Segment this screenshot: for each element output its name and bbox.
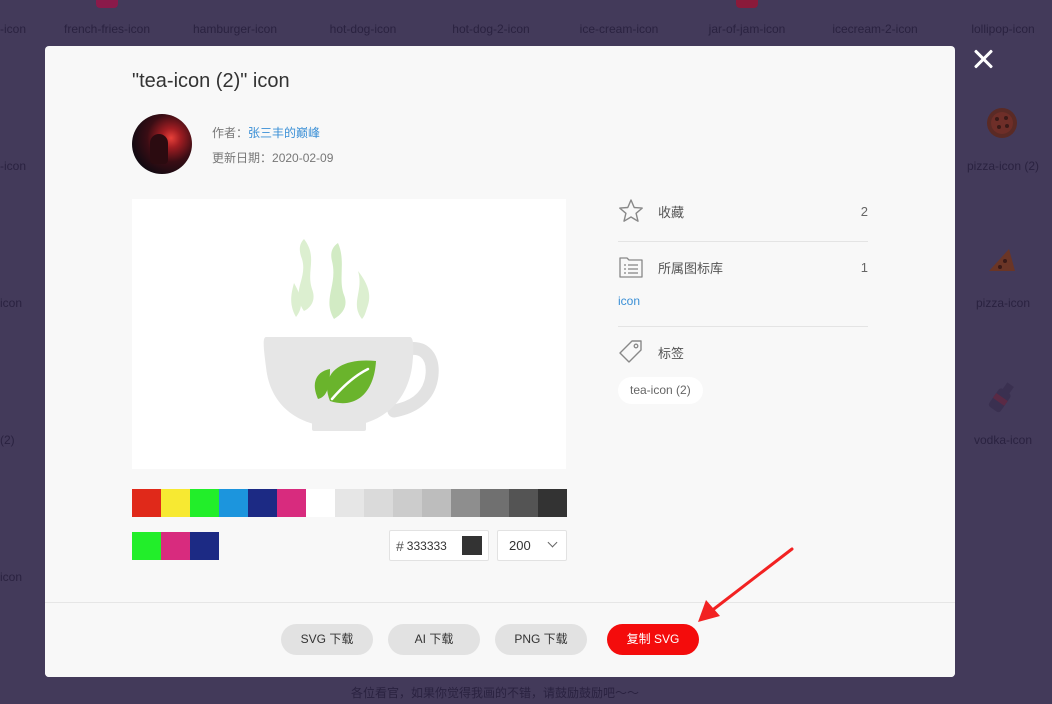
color-swatch[interactable] <box>480 489 509 517</box>
page-title: "tea-icon (2)" icon <box>132 70 290 92</box>
library-link[interactable]: icon <box>618 294 640 308</box>
tag-icon <box>619 340 642 363</box>
copy-svg-button[interactable]: 复制 SVG <box>607 624 699 655</box>
color-swatch[interactable] <box>364 489 393 517</box>
color-swatch[interactable] <box>277 489 306 517</box>
pizza-icon[interactable] <box>985 106 1019 140</box>
bg-label[interactable]: vodka-icon <box>974 433 1032 447</box>
color-swatch[interactable] <box>451 489 480 517</box>
used-color-swatch[interactable] <box>190 532 219 560</box>
icon-preview <box>132 199 566 469</box>
color-swatch[interactable] <box>509 489 538 517</box>
color-preview-chip[interactable] <box>462 536 482 555</box>
color-swatch[interactable] <box>132 489 161 517</box>
bg-label[interactable]: lollipop-icon <box>971 22 1034 36</box>
author-link[interactable]: 张三丰的巅峰 <box>248 126 320 140</box>
updated-date: 2020-02-09 <box>272 151 334 165</box>
divider <box>618 241 868 242</box>
folder-list-icon <box>619 257 643 278</box>
divider <box>618 326 868 327</box>
author-label: 作者： <box>212 126 249 140</box>
library-label: 所属图标库 <box>658 260 724 276</box>
color-swatch[interactable] <box>335 489 364 517</box>
annotation-arrow-icon <box>698 547 794 622</box>
color-swatch[interactable] <box>393 489 422 517</box>
favorites-label: 收藏 <box>658 204 685 220</box>
updated-label: 更新日期： <box>212 151 273 165</box>
bg-label[interactable]: (2) <box>0 433 15 447</box>
library-count: 1 <box>860 259 868 275</box>
star-icon <box>619 199 643 222</box>
used-color-swatch[interactable] <box>161 532 190 560</box>
vodka-bottle-icon[interactable] <box>985 380 1019 414</box>
tea-cup-icon <box>263 239 439 431</box>
bg-label[interactable]: icon <box>0 570 22 584</box>
size-value: 200 <box>509 538 531 553</box>
bg-footer-text: 各位看官，如果你觉得我画的不错，请鼓励鼓励吧～～ <box>350 686 639 700</box>
bg-label[interactable]: hot-dog-icon <box>330 22 397 36</box>
color-swatch[interactable] <box>306 489 335 517</box>
jar-of-jam-thumb-icon <box>736 0 758 8</box>
favorites-row[interactable]: 收藏 2 <box>618 197 868 225</box>
tags-label: 标签 <box>658 345 685 361</box>
close-icon[interactable] <box>969 45 997 73</box>
hex-color-input[interactable]: # 333333 <box>389 530 489 561</box>
color-swatch[interactable] <box>161 489 190 517</box>
icon-detail-modal: "tea-icon (2)" icon 作者：张三丰的巅峰 更新日期：2020-… <box>45 46 955 677</box>
bg-label[interactable]: icon <box>0 296 22 310</box>
chevron-down-icon <box>547 537 558 548</box>
hash-symbol: # <box>396 537 404 554</box>
svg-download-button[interactable]: SVG 下载 <box>281 624 373 655</box>
used-colors <box>132 532 219 560</box>
pizza-slice-icon[interactable] <box>985 243 1019 277</box>
bg-label[interactable]: jar-of-jam-icon <box>709 22 786 36</box>
favorites-count: 2 <box>860 203 868 219</box>
author-line: 作者：张三丰的巅峰 <box>212 124 320 141</box>
hex-value: 333333 <box>406 538 447 553</box>
color-swatch[interactable] <box>538 489 567 517</box>
color-swatch[interactable] <box>248 489 277 517</box>
color-swatch[interactable] <box>422 489 451 517</box>
updated-line: 更新日期：2020-02-09 <box>212 149 333 166</box>
modal-footer: SVG 下载 AI 下载 PNG 下载 复制 SVG <box>45 602 955 677</box>
bg-label[interactable]: -icon <box>0 22 26 36</box>
bg-label[interactable]: ice-cream-icon <box>580 22 659 36</box>
used-color-swatch[interactable] <box>132 532 161 560</box>
tag-chip[interactable]: tea-icon (2) <box>618 377 703 404</box>
french-fries-thumb-icon <box>96 0 118 8</box>
tags-row: 标签 <box>618 338 868 366</box>
bg-label[interactable]: french-fries-icon <box>64 22 150 36</box>
ai-download-button[interactable]: AI 下载 <box>388 624 480 655</box>
bg-label[interactable]: pizza-icon <box>976 296 1030 310</box>
avatar[interactable] <box>132 114 192 174</box>
png-download-button[interactable]: PNG 下载 <box>495 624 587 655</box>
bg-label[interactable]: hot-dog-2-icon <box>452 22 529 36</box>
bg-label[interactable]: pizza-icon (2) <box>967 159 1039 173</box>
bg-label[interactable]: icecream-2-icon <box>832 22 917 36</box>
bg-label[interactable]: hamburger-icon <box>193 22 277 36</box>
color-swatch[interactable] <box>219 489 248 517</box>
bg-label[interactable]: -icon <box>0 159 26 173</box>
color-swatch[interactable] <box>190 489 219 517</box>
size-select[interactable]: 200 <box>497 530 567 561</box>
library-row: 所属图标库 1 <box>618 253 868 281</box>
color-palette <box>132 489 567 517</box>
